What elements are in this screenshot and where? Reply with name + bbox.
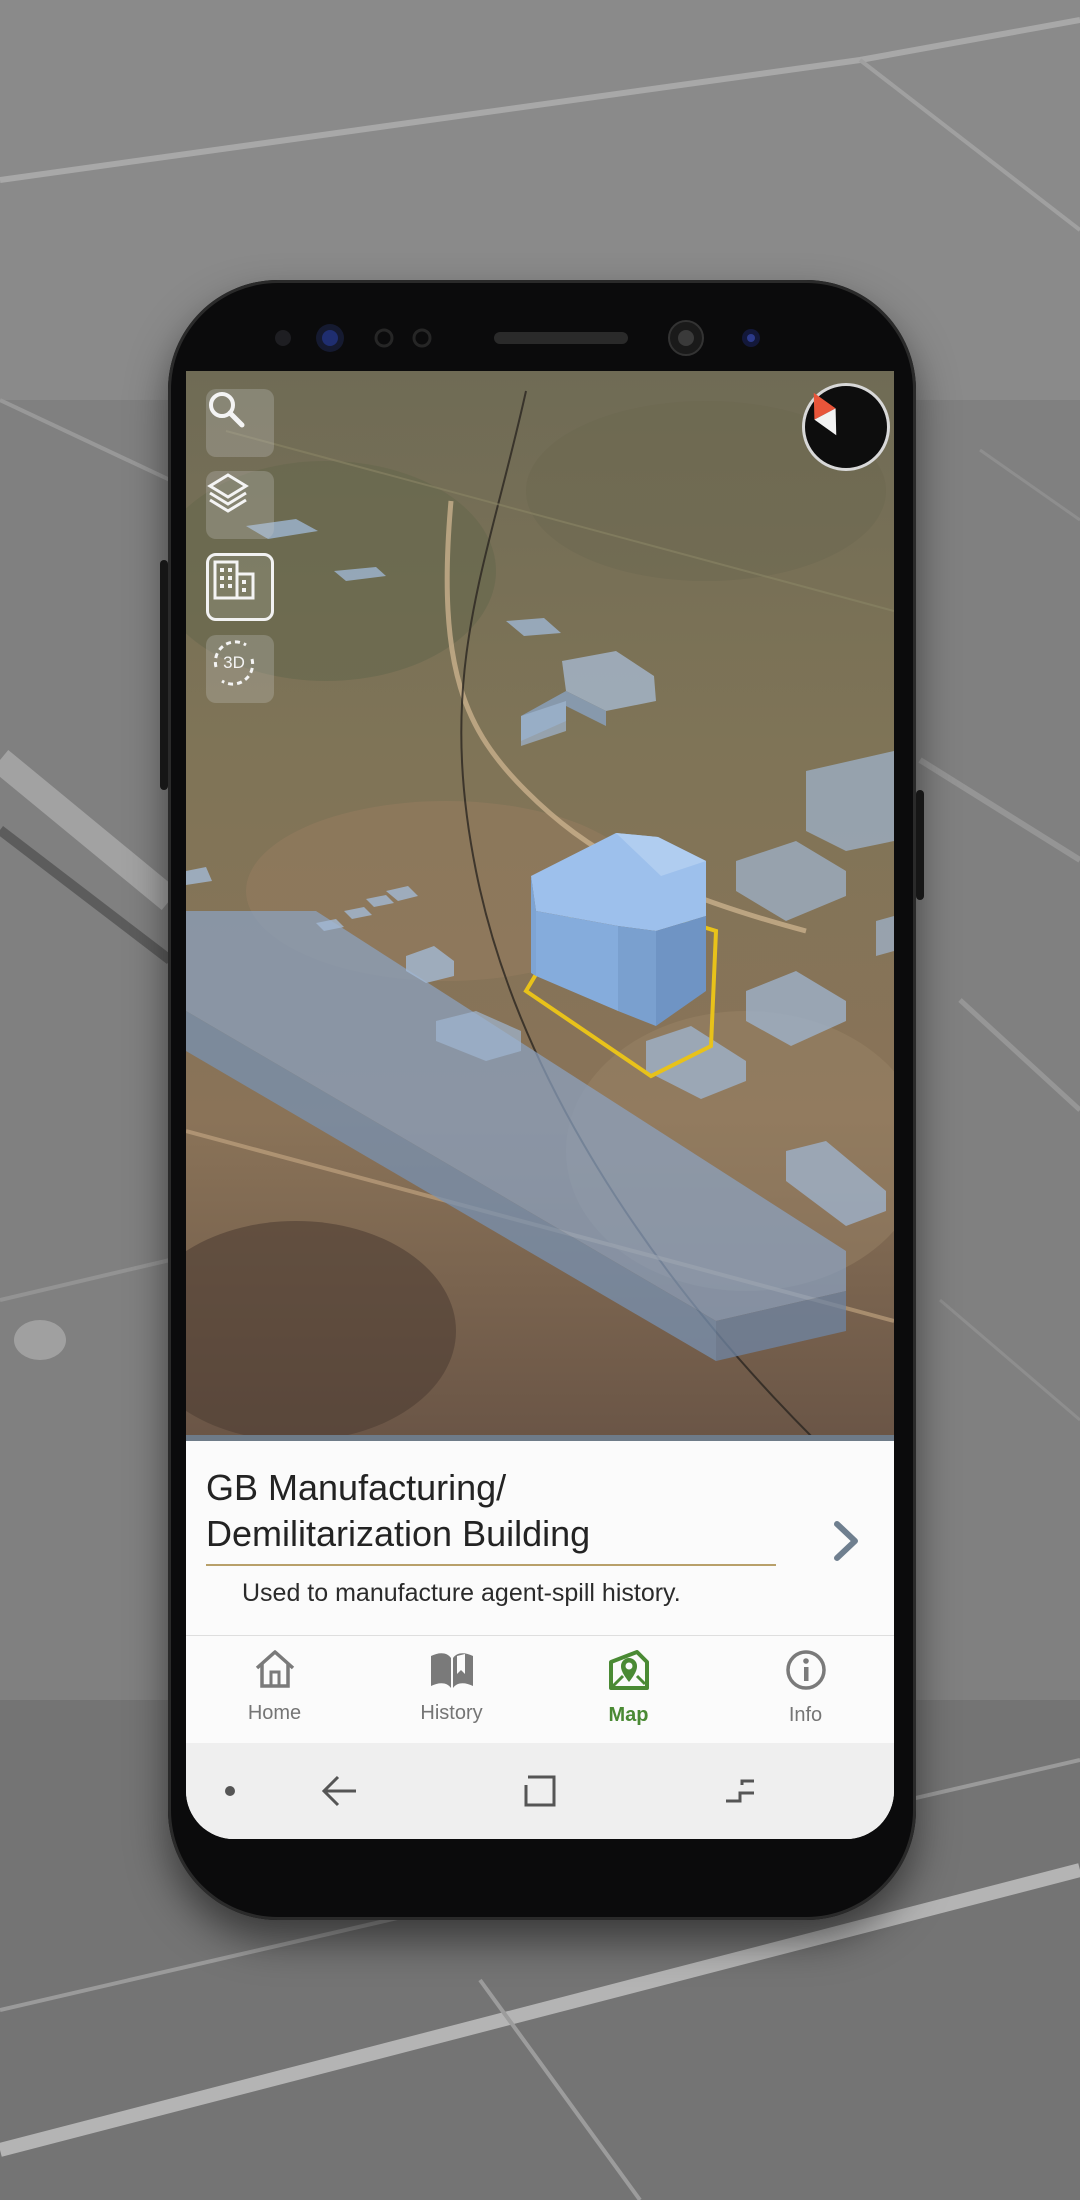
book-icon [430, 1653, 473, 1688]
recents-icon [524, 1775, 556, 1807]
search-button[interactable] [206, 389, 274, 457]
tab-history[interactable]: History [363, 1636, 540, 1744]
3d-view-button[interactable]: 3D [206, 635, 274, 703]
search-icon [209, 392, 245, 428]
tab-info-label: Info [788, 1704, 823, 1726]
buildings-toggle-button[interactable] [206, 553, 274, 621]
tab-map[interactable]: Map [540, 1636, 717, 1744]
app-screen: 3D GB Manufacturing/ Demilitarization Bu… [186, 371, 894, 1839]
compass-icon [813, 392, 837, 436]
feature-title: GB Manufacturing/ Demilitarization Build… [206, 1465, 766, 1557]
nav-back-button[interactable] [316, 1767, 364, 1815]
tab-history-label: History [420, 1702, 483, 1724]
home-gesture-icon [726, 1779, 754, 1803]
feature-title-line1: GB Manufacturing/ [206, 1467, 507, 1508]
compass-button[interactable] [802, 383, 890, 471]
feature-info-card[interactable]: GB Manufacturing/ Demilitarization Build… [186, 1441, 894, 1635]
phone-volume-button [160, 560, 168, 790]
layers-icon [207, 473, 249, 513]
back-icon [321, 1775, 356, 1807]
nav-recents-button[interactable] [716, 1767, 764, 1815]
map-view[interactable]: 3D [186, 371, 894, 1441]
phone-top-bezel [275, 320, 760, 356]
map-pin-icon [608, 1650, 649, 1690]
tab-home-label: Home [247, 1702, 302, 1724]
layers-button[interactable] [206, 471, 274, 539]
feature-title-line2: Demilitarization Building [206, 1513, 591, 1554]
system-navigation-bar [186, 1743, 894, 1839]
phone-power-button [916, 790, 924, 900]
map-scene [186, 371, 894, 1441]
home-icon [255, 1650, 294, 1688]
title-underline [206, 1564, 776, 1566]
feature-description: Used to manufacture agent-spill history. [242, 1579, 681, 1607]
info-icon [785, 1650, 826, 1690]
nav-dot-button[interactable] [206, 1767, 254, 1815]
nav-home-button[interactable] [516, 1767, 564, 1815]
tab-home[interactable]: Home [186, 1636, 363, 1744]
3d-rotate-icon: 3D [213, 640, 255, 686]
feature-detail-button[interactable] [822, 1511, 870, 1571]
tab-map-label: Map [608, 1704, 649, 1726]
3d-label: 3D [223, 653, 245, 672]
chevron-right-icon [834, 1521, 858, 1561]
buildings-icon [213, 560, 255, 600]
bottom-tab-bar: Home History Map Info [186, 1635, 894, 1744]
tab-info[interactable]: Info [717, 1636, 894, 1744]
dot-icon [225, 1786, 235, 1796]
